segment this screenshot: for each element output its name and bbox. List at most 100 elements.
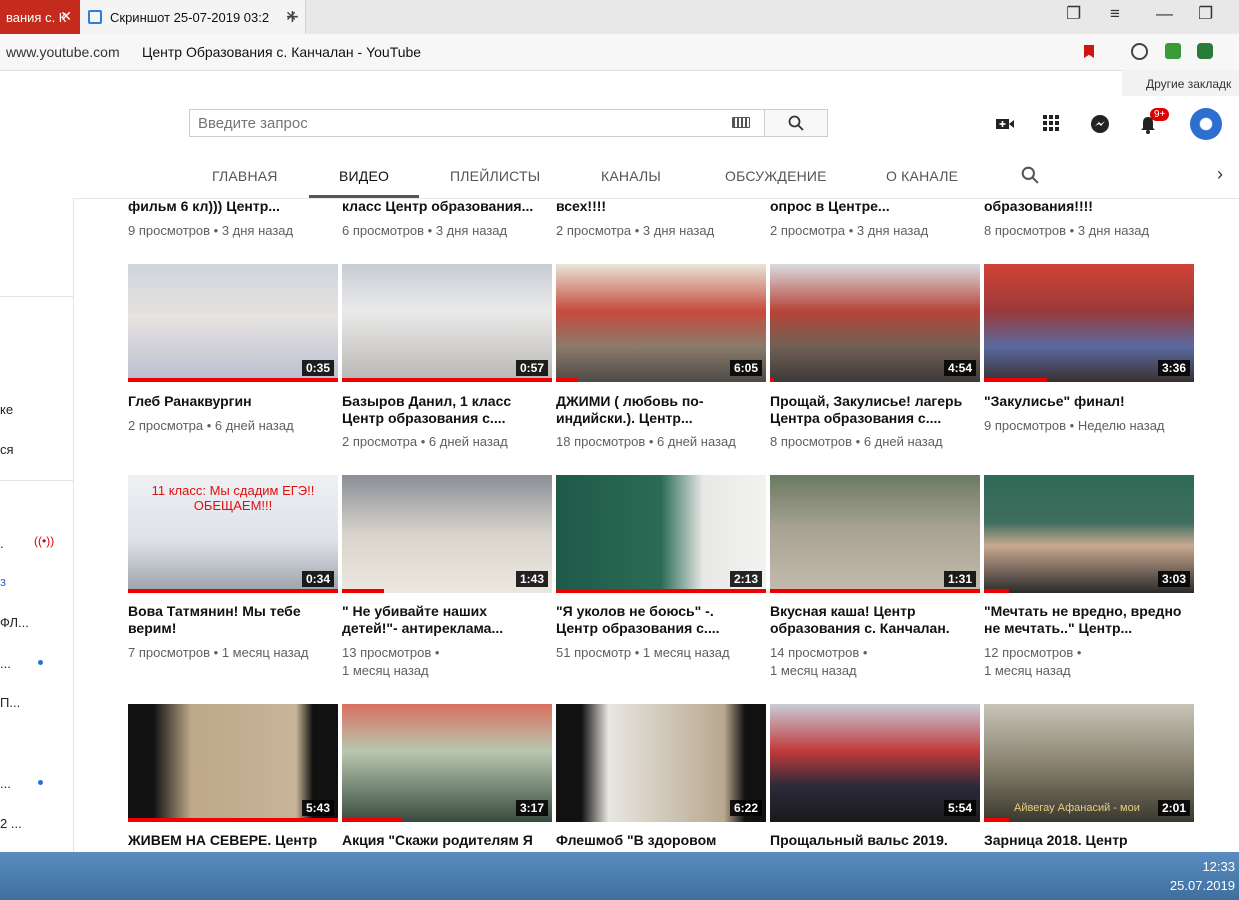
- video-title-line2: образования с. Канчалан.: [770, 620, 950, 636]
- watch-progress: [984, 589, 1010, 593]
- video-thumbnail[interactable]: 4:54: [770, 264, 980, 382]
- sidebar-item[interactable]: ся: [0, 442, 14, 457]
- video-thumbnail[interactable]: 1:31: [770, 475, 980, 593]
- video-thumbnail[interactable]: 2:13: [556, 475, 766, 593]
- other-bookmarks[interactable]: Другие закладк: [1146, 77, 1231, 91]
- watch-progress: [342, 818, 401, 822]
- browser-tab-active[interactable]: вания с. К ✕: [0, 0, 80, 34]
- video-title[interactable]: "Я уколов не боюсь" -. Центр образования …: [556, 603, 766, 637]
- extension-icon[interactable]: [1197, 43, 1213, 59]
- video-title[interactable]: класс Центр образования...: [342, 198, 552, 215]
- video-thumbnail[interactable]: 0:35: [128, 264, 338, 382]
- watch-progress: [128, 589, 338, 593]
- video-title-line1: Прощай, Закулисье! лагерь: [770, 393, 963, 409]
- tab-home[interactable]: ГЛАВНАЯ: [212, 168, 278, 184]
- video-meta: 9 просмотров • 3 дня назад: [128, 223, 294, 238]
- video-title[interactable]: "Закулисье" финал!: [984, 393, 1194, 410]
- tab-channels[interactable]: КАНАЛЫ: [601, 168, 661, 184]
- address-bar[interactable]: www.youtube.com Центр Образования с. Кан…: [0, 34, 1239, 71]
- video-meta: 9 просмотров • Неделю назад: [984, 417, 1194, 435]
- sidebar-item[interactable]: ...: [0, 776, 11, 791]
- channel-tabs: ГЛАВНАЯ ВИДЕО ПЛЕЙЛИСТЫ КАНАЛЫ ОБСУЖДЕНИ…: [73, 152, 1239, 199]
- messages-icon[interactable]: [1090, 114, 1110, 134]
- video-title-line1: "Закулисье" финал!: [984, 393, 1125, 409]
- menu-icon[interactable]: ≡: [1110, 4, 1120, 24]
- video-thumbnail[interactable]: 3:03: [984, 475, 1194, 593]
- create-video-icon[interactable]: [995, 114, 1015, 134]
- video-duration: 3:36: [1157, 360, 1190, 376]
- video-title[interactable]: Прощай, Закулисье! лагерь Центра образова…: [770, 393, 980, 427]
- video-duration: 1:31: [943, 571, 976, 587]
- video-title-line1: Вова Татмянин! Мы тебе: [128, 603, 301, 619]
- video-duration: 2:13: [729, 571, 762, 587]
- video-title[interactable]: ДЖИМИ ( любовь по-индийски.). Центр...: [556, 393, 766, 427]
- keyboard-icon[interactable]: [732, 117, 750, 128]
- sidebar-item[interactable]: П...: [0, 695, 20, 710]
- tab-playlists[interactable]: ПЛЕЙЛИСТЫ: [450, 168, 540, 184]
- video-title[interactable]: образования!!!!: [984, 198, 1194, 215]
- video-thumbnail[interactable]: 6:05: [556, 264, 766, 382]
- video-title[interactable]: ЖИВЕМ НА СЕВЕРЕ. Центр: [128, 832, 338, 849]
- video-title[interactable]: Прощальный вальс 2019.: [770, 832, 980, 849]
- watch-progress: [984, 378, 1047, 382]
- tab-label: вания с. К: [6, 9, 67, 25]
- video-title[interactable]: Вова Татмянин! Мы тебе верим!: [128, 603, 338, 637]
- sidebar-item[interactable]: ...: [0, 656, 11, 671]
- bookmarks-manager-icon[interactable]: ❐: [1066, 4, 1081, 24]
- video-thumbnail[interactable]: 5:43: [128, 704, 338, 822]
- video-thumbnail[interactable]: 5:54: [770, 704, 980, 822]
- search-input[interactable]: [196, 114, 720, 133]
- video-title[interactable]: Флешмоб "В здоровом: [556, 832, 766, 849]
- video-title[interactable]: Акция "Скажи родителям Я: [342, 832, 552, 849]
- video-title[interactable]: опрос в Центре...: [770, 198, 980, 215]
- tab-label: Скриншот 25-07-2019 03:2: [110, 9, 270, 25]
- video-title[interactable]: Вкусная каша! Центр образования с. Канчал…: [770, 603, 980, 637]
- video-thumbnail[interactable]: 1:43: [342, 475, 552, 593]
- sidebar-item[interactable]: ФЛ...: [0, 615, 29, 630]
- video-thumbnail[interactable]: 3:17: [342, 704, 552, 822]
- video-title-line2: индийски.). Центр...: [556, 410, 693, 426]
- video-title[interactable]: " Не убивайте наших детей!"- антиреклама.…: [342, 603, 552, 637]
- video-meta-line2: 1 месяц назад: [984, 663, 1071, 678]
- minimize-icon[interactable]: —: [1156, 4, 1173, 24]
- close-tab-icon[interactable]: ✕: [60, 8, 72, 25]
- video-title[interactable]: фильм 6 кл))) Центр...: [128, 198, 338, 215]
- extension-icon[interactable]: [1131, 43, 1148, 60]
- video-meta: 6 просмотров • 3 дня назад: [342, 223, 508, 238]
- video-title[interactable]: всех!!!!: [556, 198, 766, 215]
- download-extension-icon[interactable]: [1165, 43, 1181, 59]
- restore-icon[interactable]: ❐: [1198, 4, 1213, 24]
- video-thumbnail[interactable]: 6:22: [556, 704, 766, 822]
- tab-about[interactable]: О КАНАЛЕ: [886, 168, 958, 184]
- search-box[interactable]: [189, 109, 765, 137]
- tab-videos[interactable]: ВИДЕО: [339, 168, 389, 184]
- watch-progress: [128, 818, 338, 822]
- search-button[interactable]: [764, 109, 828, 137]
- sidebar-item[interactable]: ке: [0, 402, 13, 417]
- apps-grid-icon[interactable]: [1042, 114, 1060, 132]
- video-thumbnail[interactable]: 0:57: [342, 264, 552, 382]
- video-thumbnail[interactable]: 11 класс: Мы сдадим ЕГЭ!! ОБЕЩАЕМ!!! 0:3…: [128, 475, 338, 593]
- tab-discussion[interactable]: ОБСУЖДЕНИЕ: [725, 168, 827, 184]
- video-title[interactable]: Базыров Данил, 1 класс Центр образования …: [342, 393, 552, 427]
- channel-search-icon[interactable]: [1021, 166, 1039, 184]
- video-meta: 2 просмотра • 6 дней назад: [342, 433, 552, 451]
- chevron-right-icon[interactable]: ›: [1217, 164, 1223, 185]
- browser-tab-screenshot[interactable]: Скриншот 25-07-2019 03:2 ✕: [80, 0, 306, 34]
- sidebar-item[interactable]: 2 ...: [0, 816, 22, 831]
- video-duration: 0:34: [301, 571, 334, 587]
- sidebar-item[interactable]: з: [0, 574, 6, 589]
- video-title[interactable]: Зарница 2018. Центр: [984, 832, 1194, 849]
- taskbar-clock[interactable]: 12:33 25.07.2019: [1170, 857, 1235, 895]
- video-thumbnail[interactable]: 3:36: [984, 264, 1194, 382]
- video-thumbnail[interactable]: Айвегау Афанасий - мои 2:01: [984, 704, 1194, 822]
- video-title[interactable]: "Мечтать не вредно, вредно не мечтать.." …: [984, 603, 1194, 637]
- new-tab-button[interactable]: +: [286, 4, 299, 30]
- windows-taskbar: [0, 852, 1239, 900]
- video-duration: 6:05: [729, 360, 762, 376]
- video-meta-line1: 51 просмотр • 1 месяц назад: [556, 645, 730, 660]
- avatar[interactable]: [1190, 108, 1222, 140]
- sidebar-item[interactable]: .: [0, 536, 4, 551]
- video-title[interactable]: Глеб Ранаквургин: [128, 393, 338, 410]
- video-title-line2: детей!"- антиреклама...: [342, 620, 504, 636]
